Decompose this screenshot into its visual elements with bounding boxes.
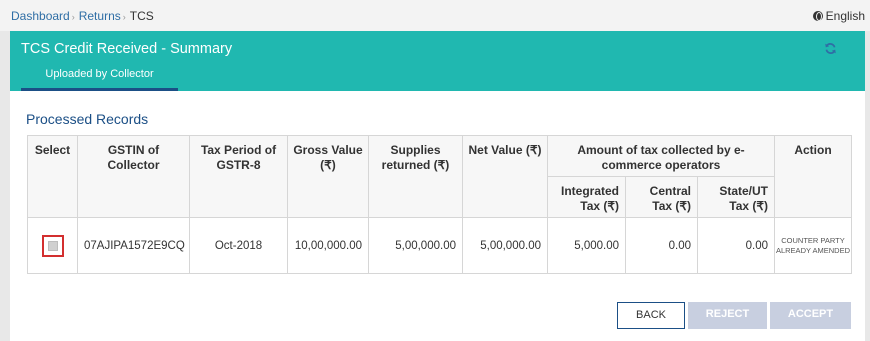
accept-button[interactable]: ACCEPT — [770, 302, 851, 329]
row-checkbox-highlight[interactable] — [41, 234, 64, 257]
column-header-gstin: GSTIN of Collector — [77, 135, 190, 218]
breadcrumb-current: TCS — [129, 9, 154, 23]
tab-uploaded-by-collector[interactable]: Uploaded by Collector — [21, 62, 178, 91]
breadcrumb-returns[interactable]: Returns — [79, 9, 121, 23]
cell-integrated-tax: 5,000.00 — [547, 217, 626, 274]
select-cell — [27, 217, 78, 274]
cell-supplies-returned: 5,00,000.00 — [368, 217, 463, 274]
language-selector[interactable]: English — [812, 9, 865, 23]
column-header-tax-period: Tax Period of GSTR-8 — [189, 135, 288, 218]
records-table: Select GSTIN of Collector Tax Period of … — [27, 135, 852, 274]
language-label: English — [825, 9, 865, 23]
globe-icon — [812, 11, 823, 21]
breadcrumb-dashboard[interactable]: Dashboard — [11, 9, 70, 23]
top-bar: Dashboard › Returns › TCS English — [0, 0, 870, 31]
column-header-state-ut-tax: State/UT Tax (₹) — [697, 176, 775, 218]
breadcrumb: Dashboard › Returns › TCS — [11, 9, 154, 23]
breadcrumb-separator: › — [122, 12, 126, 22]
column-header-gross-value: Gross Value (₹) — [287, 135, 369, 218]
column-header-supplies-returned: Supplies returned (₹) — [368, 135, 463, 218]
column-header-net-value: Net Value (₹) — [462, 135, 548, 218]
reject-button[interactable]: REJECT — [688, 302, 767, 329]
column-header-amount-group: Amount of tax collected by e-commerce op… — [547, 135, 775, 177]
breadcrumb-separator: › — [71, 12, 75, 22]
section-title: Processed Records — [26, 111, 149, 127]
column-header-action: Action — [774, 135, 852, 218]
cell-state-ut-tax: 0.00 — [697, 217, 775, 274]
page-header: TCS Credit Received - Summary Uploaded b… — [10, 31, 865, 91]
cell-gstin: 07AJIPA1572E9CQ — [77, 217, 190, 274]
column-header-integrated-tax: Integrated Tax (₹) — [547, 176, 626, 218]
cell-central-tax: 0.00 — [625, 217, 698, 274]
back-button[interactable]: BACK — [617, 302, 685, 329]
column-header-select: Select — [27, 135, 78, 218]
content-panel: Processed Records Select GSTIN of Collec… — [10, 91, 865, 341]
cell-gross-value: 10,00,000.00 — [287, 217, 369, 274]
cell-tax-period: Oct-2018 — [189, 217, 288, 274]
refresh-icon[interactable] — [824, 42, 837, 55]
table-row: 07AJIPA1572E9CQ Oct-2018 10,00,000.00 5,… — [27, 217, 852, 274]
column-header-central-tax: Central Tax (₹) — [625, 176, 698, 218]
cell-action-status: COUNTER PARTY ALREADY AMENDED — [774, 217, 852, 274]
page-title: TCS Credit Received - Summary — [21, 41, 233, 57]
cell-net-value: 5,00,000.00 — [462, 217, 548, 274]
row-checkbox[interactable] — [47, 240, 58, 251]
